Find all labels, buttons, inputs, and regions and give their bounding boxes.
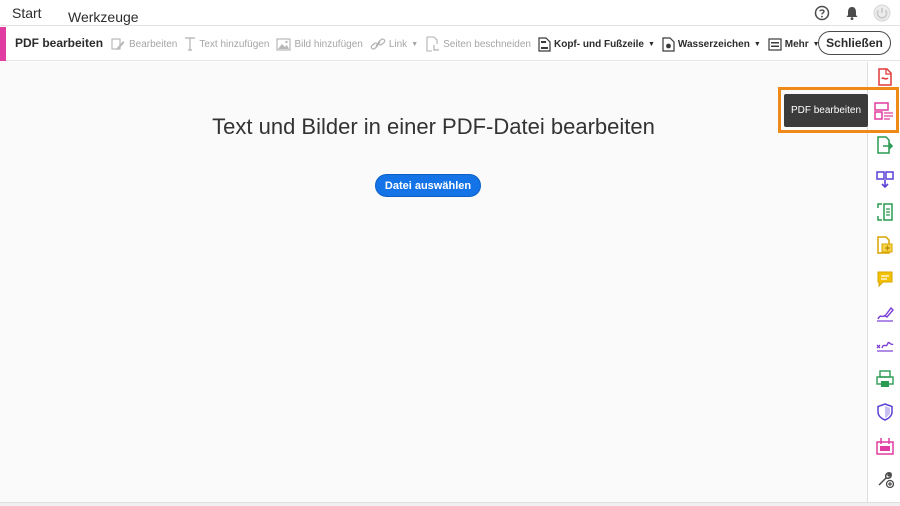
prepare-form-icon[interactable]	[876, 437, 894, 455]
close-tool-button[interactable]: Schließen	[818, 31, 891, 55]
print-production-icon[interactable]	[876, 370, 894, 388]
link-button[interactable]: Link ▼	[370, 37, 418, 51]
crop-pages-button[interactable]: Seiten beschneiden	[425, 36, 531, 52]
more-tools-icon[interactable]	[876, 470, 894, 488]
combine-files-icon[interactable]	[876, 236, 894, 254]
select-file-button[interactable]: Datei auswählen	[375, 174, 481, 197]
account-icon[interactable]	[872, 3, 892, 23]
header-footer-button[interactable]: Kopf- und Fußzeile ▼	[538, 36, 655, 52]
help-icon[interactable]	[812, 3, 832, 23]
tool-toolbar: PDF bearbeiten Bearbeiten Text hinzufüge…	[0, 27, 900, 61]
export-pdf-icon[interactable]	[876, 136, 894, 154]
crop-page-icon	[426, 36, 440, 52]
protect-shield-icon[interactable]	[876, 403, 894, 421]
tool-accent-bar	[0, 27, 6, 61]
tab-start[interactable]: Start	[12, 4, 42, 26]
text-tool-icon	[185, 37, 196, 51]
add-image-button[interactable]: Bild hinzufügen	[276, 37, 363, 51]
main-content: Text und Bilder in einer PDF-Datei bearb…	[0, 62, 867, 502]
chevron-down-icon: ▼	[411, 40, 419, 48]
menu-bar: Start Werkzeuge	[0, 0, 900, 34]
watermark-button[interactable]: Wasserzeichen ▼	[662, 36, 761, 52]
add-text-button[interactable]: Text hinzufügen	[184, 37, 269, 51]
chevron-down-icon: ▼	[647, 40, 655, 48]
tool-title: PDF bearbeiten	[15, 36, 104, 50]
create-pdf-icon[interactable]	[876, 68, 894, 86]
edit-pdf-icon[interactable]	[873, 100, 895, 122]
acrobat-window: Start Werkzeuge PDF bearbeiten Bearbeite…	[0, 0, 900, 506]
tool-buttons: Bearbeiten Text hinzufügen Bild hinzufüg…	[110, 27, 827, 61]
tooltip: PDF bearbeiten	[784, 94, 868, 127]
comment-icon[interactable]	[876, 270, 894, 288]
watermark-icon	[662, 36, 675, 52]
more-icon	[768, 37, 782, 51]
header-footer-icon	[538, 36, 551, 52]
edit-text-icon	[111, 38, 125, 50]
bottom-divider	[0, 502, 900, 506]
organize-pages-icon[interactable]	[876, 170, 894, 188]
fill-sign-icon[interactable]	[876, 304, 894, 322]
more-button[interactable]: Mehr ▼	[768, 37, 820, 51]
request-signature-icon[interactable]	[876, 337, 894, 355]
notification-bell-icon[interactable]	[842, 3, 862, 23]
edit-button[interactable]: Bearbeiten	[110, 36, 177, 52]
page-title: Text und Bilder in einer PDF-Datei bearb…	[212, 114, 655, 139]
chevron-down-icon: ▼	[753, 40, 761, 48]
link-icon	[370, 38, 386, 50]
image-icon	[276, 37, 291, 51]
scan-ocr-icon[interactable]	[876, 203, 894, 221]
